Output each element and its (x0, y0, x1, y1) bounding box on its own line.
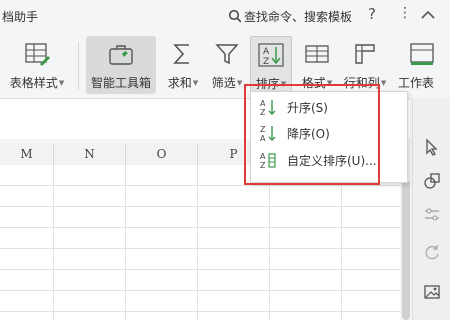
ribbon-toolbar: 表格样式▼ 智能工具箱 求和▼ 筛选▼ A Z 排序▼ 格式▼ 行和列▼ 工作表 (0, 32, 450, 98)
smart-toolbox-icon (109, 45, 133, 65)
column-line (53, 165, 54, 320)
image-icon[interactable] (423, 283, 441, 301)
window-title: 档助手 (2, 10, 39, 24)
worksheet-icon (410, 43, 434, 65)
sum-label: 求和 (167, 76, 192, 90)
svg-text:A: A (263, 47, 270, 57)
refresh-icon[interactable] (423, 243, 441, 261)
command-search-label: 查找命令、搜索模板 (244, 9, 353, 24)
rows-columns-icon (355, 44, 375, 64)
row-line (0, 227, 400, 228)
title-bar: 档助手 查找命令、搜索模板 ? ⋮ (0, 0, 450, 32)
table-style-label: 表格样式 (9, 76, 58, 90)
right-side-panel (412, 98, 450, 320)
help-icon[interactable]: ? (368, 5, 376, 23)
smart-toolbox-button[interactable]: 智能工具箱 (86, 36, 156, 94)
chevron-down-icon: ▼ (192, 79, 199, 87)
scrollbar-thumb[interactable] (402, 180, 410, 320)
search-icon (228, 9, 242, 23)
more-icon[interactable]: ⋮ (398, 5, 412, 21)
column-line (197, 165, 198, 320)
filter-label: 筛选 (211, 76, 236, 90)
cursor-icon[interactable] (423, 138, 441, 156)
svg-text:Z: Z (263, 57, 269, 67)
settings-sliders-icon[interactable] (423, 206, 441, 224)
sum-icon (173, 44, 189, 64)
column-line (125, 165, 126, 320)
format-icon (305, 45, 329, 63)
worksheet-button[interactable]: 工作表 (394, 36, 450, 94)
smart-toolbox-label: 智能工具箱 (90, 76, 151, 90)
sum-button[interactable]: 求和▼ (162, 36, 204, 94)
column-line (341, 165, 342, 320)
filter-button[interactable]: 筛选▼ (206, 36, 248, 94)
command-search[interactable]: 查找命令、搜索模板 (228, 6, 352, 26)
chevron-down-icon: ▼ (58, 79, 65, 87)
row-line (0, 311, 400, 312)
collapse-icon[interactable] (420, 9, 436, 21)
row-line (0, 290, 400, 291)
table-style-button[interactable]: 表格样式▼ (6, 36, 68, 94)
column-header[interactable]: O (126, 144, 198, 165)
ribbon-divider (78, 42, 79, 90)
row-line (0, 248, 400, 249)
worksheet-label: 工作表 (398, 76, 435, 90)
chevron-down-icon: ▼ (380, 79, 387, 87)
column-line (269, 165, 270, 320)
row-line (0, 269, 400, 270)
sort-icon: A Z (258, 43, 284, 67)
row-line (0, 206, 400, 207)
column-header[interactable]: M (0, 144, 54, 165)
table-style-icon (25, 43, 50, 66)
row-line (0, 185, 400, 186)
filter-icon (215, 44, 239, 65)
cell-grid[interactable] (0, 165, 400, 320)
chevron-down-icon: ▼ (236, 79, 243, 87)
highlight-box (244, 84, 380, 185)
column-header[interactable]: N (54, 144, 126, 165)
shapes-icon[interactable] (423, 172, 441, 190)
